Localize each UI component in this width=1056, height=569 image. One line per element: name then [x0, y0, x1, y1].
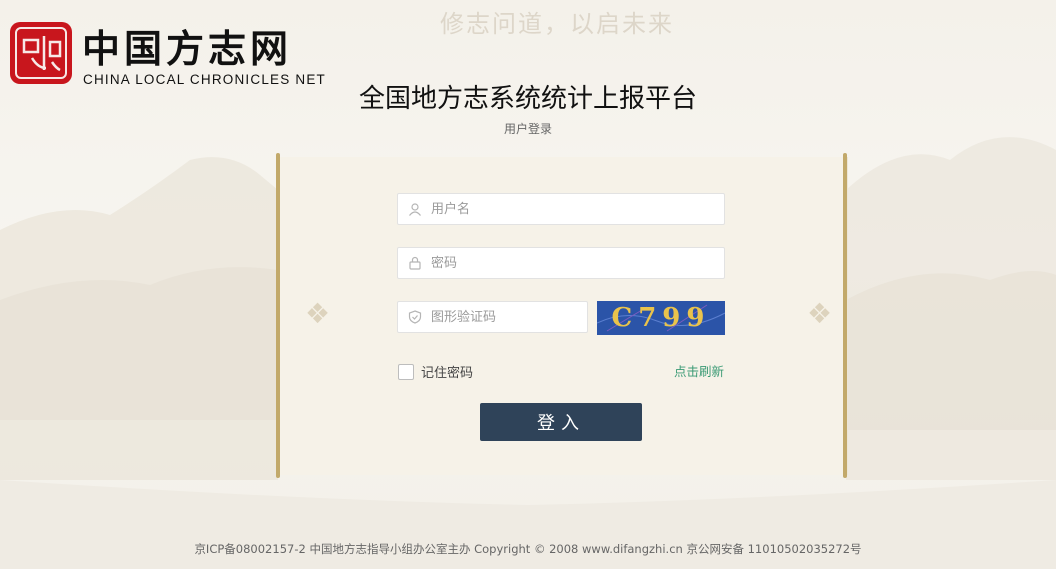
scroll-rod-left	[276, 153, 280, 478]
page-title: 全国地方志系统统计上报平台	[358, 83, 697, 113]
refresh-captcha-link[interactable]: 点击刷新	[674, 361, 724, 380]
scroll-rod-right	[843, 153, 847, 478]
background-motto: 修志问道，以启未来	[440, 10, 674, 38]
lock-icon	[409, 256, 421, 270]
remember-password-checkbox[interactable]	[398, 364, 414, 380]
login-button[interactable]: 登入	[480, 403, 642, 441]
footer-copyright: 京ICP备08002157-2 中国地方志指导小组办公室主办 Copyright…	[194, 542, 862, 556]
ornament-knot-left-icon: ❖	[305, 297, 331, 330]
logo-chinese-name: 中国方志网	[82, 26, 293, 71]
captcha-text: C799	[611, 303, 711, 333]
password-field[interactable]	[397, 247, 725, 279]
password-input[interactable]	[431, 248, 716, 278]
username-input[interactable]	[431, 194, 716, 224]
username-field[interactable]	[397, 193, 725, 225]
captcha-image[interactable]: C799	[597, 301, 725, 335]
ornament-knot-right-icon: ❖	[807, 297, 833, 330]
captcha-field[interactable]	[397, 301, 588, 333]
page-subtitle: 用户登录	[503, 122, 552, 136]
shield-check-icon	[408, 310, 422, 324]
remember-password-label[interactable]: 记住密码	[421, 362, 473, 381]
seal-logo-icon	[10, 22, 72, 84]
captcha-input[interactable]	[431, 302, 581, 332]
user-icon	[409, 203, 421, 216]
